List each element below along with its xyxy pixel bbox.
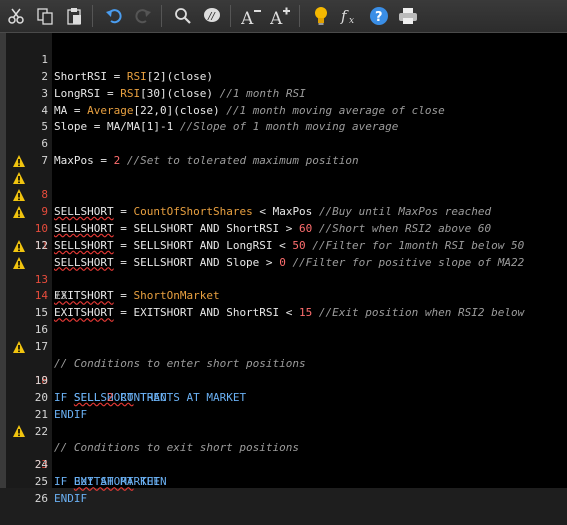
warning-icon[interactable]	[12, 424, 26, 438]
paste-icon[interactable]	[61, 3, 87, 29]
code-line[interactable]: 19 SELL 2 CONTRACTS AT MARKET	[6, 356, 567, 404]
svg-text:f: f	[340, 7, 349, 25]
code-line[interactable]: 1 ShortRSI = RSI[2](close)	[6, 35, 567, 83]
warning-icon[interactable]	[12, 171, 26, 185]
code-line[interactable]: 17 // Conditions to enter short position…	[6, 322, 567, 370]
function-icon[interactable]: fx	[337, 3, 363, 29]
code-line-wrap[interactable]: 15	[6, 271, 567, 302]
code-line[interactable]: 12	[6, 221, 567, 252]
help-icon[interactable]: ?	[366, 3, 392, 29]
code-line[interactable]: 10 SELLSHORT = SELLSHORT AND LongRSI < 5…	[6, 187, 567, 252]
toolbar-separator	[161, 5, 162, 27]
search-icon[interactable]	[170, 3, 196, 29]
code-line[interactable]: 9 SELLSHORT = SELLSHORT AND ShortRSI > 6…	[6, 170, 567, 235]
toolbar-separator	[92, 5, 93, 27]
warning-icon[interactable]	[12, 256, 26, 270]
toolbar-separator	[299, 5, 300, 27]
line-number: 26	[34, 492, 48, 506]
lightbulb-icon[interactable]	[308, 3, 334, 29]
code-line[interactable]: 14 EXITSHORT = EXITSHORT AND ShortRSI < …	[6, 255, 567, 319]
code-line[interactable]: 3 MA = Average[22,0](close) //1 month mo…	[6, 69, 567, 117]
code-line[interactable]: 21	[6, 390, 567, 421]
code-line[interactable]: 6 MaxPos = 2 //Set to tolerated maximum …	[6, 119, 567, 167]
code-line[interactable]: 13 EXITSHORT = ShortOnMarket	[6, 238, 567, 302]
warning-icon[interactable]	[12, 154, 26, 168]
code-line[interactable]: 23 IF EXITSHORT THEN	[6, 423, 567, 488]
increase-font-icon[interactable]: A	[268, 3, 294, 29]
warning-icon[interactable]	[12, 340, 26, 354]
svg-text:x: x	[349, 16, 354, 25]
code-text: ENDIF	[54, 492, 88, 506]
warning-icon[interactable]	[12, 205, 26, 219]
code-line[interactable]: 16	[6, 305, 567, 336]
code-line[interactable]: 18 IF SELLSHORT THEN	[6, 339, 567, 404]
print-icon[interactable]	[395, 3, 421, 29]
code-line[interactable]: 24 BUY AT MARKET	[6, 440, 567, 488]
comment-icon[interactable]: //	[199, 3, 225, 29]
copy-icon[interactable]	[32, 3, 58, 29]
code-lines: 1 ShortRSI = RSI[2](close) 2 LongRSI = R…	[6, 35, 567, 505]
redo-icon[interactable]	[130, 3, 156, 29]
code-line[interactable]: 11 SELLSHORT = SELLSHORT AND Slope > 0 /…	[6, 204, 567, 269]
code-line[interactable]: 20 ENDIF	[6, 373, 567, 421]
svg-text:A: A	[241, 9, 254, 25]
code-line[interactable]: 26	[6, 474, 567, 505]
decrease-font-icon[interactable]: A	[239, 3, 265, 29]
warning-icon[interactable]	[12, 239, 26, 253]
warning-icon[interactable]	[12, 188, 26, 202]
undo-icon[interactable]	[101, 3, 127, 29]
toolbar-separator	[230, 5, 231, 27]
code-line[interactable]: 4 Slope = MA/MA[1]-1 //Slope of 1 month …	[6, 86, 567, 134]
toolbar: // A A fx ?	[0, 0, 567, 33]
svg-text:A: A	[270, 9, 283, 25]
code-editor[interactable]: 1 ShortRSI = RSI[2](close) 2 LongRSI = R…	[0, 33, 567, 505]
code-line[interactable]: 2 LongRSI = RSI[30](close) //1 month RSI	[6, 52, 567, 100]
svg-text:?: ?	[375, 10, 383, 25]
code-line[interactable]: 22 // Conditions to exit short positions	[6, 407, 567, 455]
code-line[interactable]: 8 SELLSHORT = CountOfShortShares < MaxPo…	[6, 153, 567, 218]
code-line[interactable]: 25 ENDIF	[6, 457, 567, 505]
code-line[interactable]: 5	[6, 103, 567, 133]
cut-icon[interactable]	[3, 3, 29, 29]
code-line[interactable]: 15	[6, 288, 567, 319]
code-line[interactable]: 7	[6, 136, 567, 167]
